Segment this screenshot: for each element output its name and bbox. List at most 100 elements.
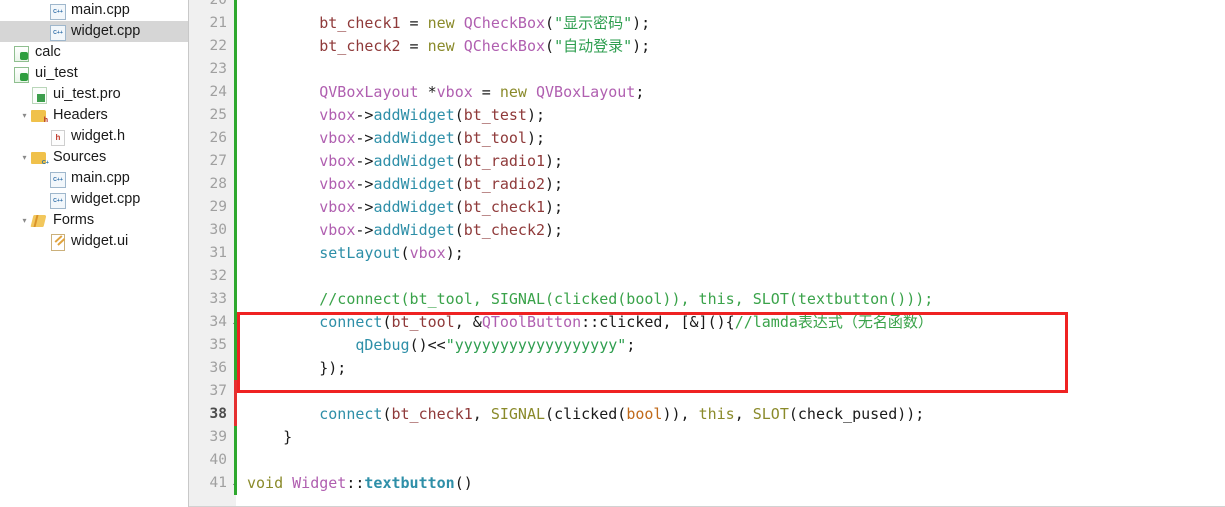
code-line[interactable]: connect(bt_check1, SIGNAL(clicked(bool))… [247, 403, 924, 426]
code-token: ( [545, 14, 555, 32]
code-line[interactable]: bt_check2 = new QCheckBox("自动登录"); [247, 35, 650, 58]
code-line[interactable]: vbox->addWidget(bt_test); [247, 104, 545, 127]
code-token: bt_test [463, 106, 527, 124]
code-token: * [418, 83, 437, 101]
code-token: addWidget [373, 152, 455, 170]
code-line[interactable]: vbox->addWidget(bt_check2); [247, 219, 563, 242]
code-token: vbox [319, 221, 356, 239]
line-number: 34 [209, 314, 227, 330]
tree-item-widget-h[interactable]: widget.h [0, 126, 188, 147]
tree-item-widget-cpp[interactable]: widget.cpp [0, 189, 188, 210]
code-token: , [734, 405, 753, 423]
code-token: vbox [319, 152, 356, 170]
tree-item-label: widget.cpp [71, 23, 141, 39]
code-token: QToolButton [481, 313, 582, 331]
line-number: 32 [209, 268, 227, 284]
code-line[interactable]: vbox->addWidget(bt_radio2); [247, 173, 563, 196]
tree-item-widget-cpp[interactable]: widget.cpp [0, 21, 188, 42]
project-icon [13, 45, 30, 62]
code-token: = [400, 37, 428, 55]
code-line[interactable]: vbox->addWidget(bt_tool); [247, 127, 545, 150]
code-token: clicked [599, 313, 663, 331]
code-line[interactable]: }); [247, 357, 346, 380]
tree-item-main-cpp[interactable]: main.cpp [0, 0, 188, 21]
code-token: )), [662, 405, 699, 423]
code-line[interactable]: QVBoxLayout *vbox = new QVBoxLayout; [247, 81, 644, 104]
line-number: 41 [209, 475, 227, 491]
code-line[interactable]: connect(bt_tool, &QToolButton::clicked, … [247, 311, 933, 334]
chevron-down-icon[interactable] [18, 105, 31, 126]
line-number: 29 [209, 199, 227, 215]
code-line[interactable]: vbox->addWidget(bt_check1); [247, 196, 563, 219]
code-token: bt_check2 [319, 37, 401, 55]
line-number: 28 [209, 176, 227, 192]
code-token: bool [626, 405, 663, 423]
code-token: ( [545, 405, 555, 423]
code-token: QVBoxLayout [319, 83, 419, 101]
tree-item-ui-test-pro[interactable]: ui_test.pro [0, 84, 188, 105]
code-token: -> [355, 152, 374, 170]
code-token: -> [355, 175, 374, 193]
code-token: ); [545, 152, 564, 170]
code-token: this [698, 405, 735, 423]
code-token: ( [617, 405, 627, 423]
line-number: 21 [209, 15, 227, 31]
tree-item-calc[interactable]: calc [0, 42, 188, 63]
code-line[interactable]: //connect(bt_tool, SIGNAL(clicked(bool))… [247, 288, 933, 311]
line-number: 27 [209, 153, 227, 169]
code-token: ); [445, 244, 464, 262]
line-number: 23 [209, 61, 227, 77]
code-line[interactable]: void Widget::textbutton() [247, 472, 473, 495]
code-token: ( [454, 129, 464, 147]
project-tree-sidebar[interactable]: main.cpp widget.cpp calc ui_test ui_test.pro… [0, 0, 189, 507]
code-line[interactable]: qDebug()<<"yyyyyyyyyyyyyyyyyy"; [247, 334, 635, 357]
code-token: ; [635, 83, 645, 101]
code-line[interactable]: vbox->addWidget(bt_radio1); [247, 150, 563, 173]
code-token: SIGNAL [490, 405, 546, 423]
code-line[interactable]: setLayout(vbox); [247, 242, 464, 265]
line-number: 25 [209, 107, 227, 123]
change-bar-segment [234, 380, 237, 426]
code-token: ); [526, 106, 546, 124]
code-token: vbox [319, 175, 356, 193]
code-line[interactable]: bt_check1 = new QCheckBox("显示密码"); [247, 12, 650, 35]
code-text-area[interactable]: bt_check1 = new QCheckBox("显示密码"); bt_ch… [247, 0, 1225, 507]
line-number: 39 [209, 429, 227, 445]
tree-item-main-cpp[interactable]: main.cpp [0, 168, 188, 189]
tree-item-label: widget.ui [71, 233, 129, 249]
tree-item-sources[interactable]: Sources [0, 147, 188, 168]
code-line[interactable]: } [247, 426, 292, 449]
code-token: ( [454, 152, 464, 170]
code-token: SLOT [752, 405, 789, 423]
tree-item-label: main.cpp [71, 170, 130, 186]
tree-item-widget-ui[interactable]: widget.ui [0, 231, 188, 252]
code-token: setLayout [319, 244, 401, 262]
code-token: connect [319, 313, 383, 331]
folder-sources-icon [31, 150, 49, 166]
code-token: bt_check1 [391, 405, 473, 423]
line-number: 24 [209, 84, 227, 100]
tree-item-forms[interactable]: Forms [0, 210, 188, 231]
code-token: -> [355, 129, 374, 147]
code-token: void [247, 474, 284, 492]
code-token: addWidget [373, 106, 455, 124]
code-token: -> [355, 106, 374, 124]
code-token: addWidget [373, 221, 455, 239]
tree-item-ui-test[interactable]: ui_test [0, 63, 188, 84]
tree-item-headers[interactable]: Headers [0, 105, 188, 126]
code-token: ); [526, 129, 546, 147]
code-editor[interactable]: 20 21 22 23 24 25 26 27 28 29 30 31 32 33 34 35 36 37 38 39… [189, 0, 1225, 507]
line-number-gutter: 20 21 22 23 24 25 26 27 28 29 30 31 32 33 34 35 36 37 38 39… [189, 0, 239, 507]
chevron-down-icon[interactable] [18, 147, 31, 168]
chevron-down-icon[interactable] [18, 210, 31, 231]
code-token: ( [788, 405, 798, 423]
code-token: QCheckBox [463, 14, 546, 32]
